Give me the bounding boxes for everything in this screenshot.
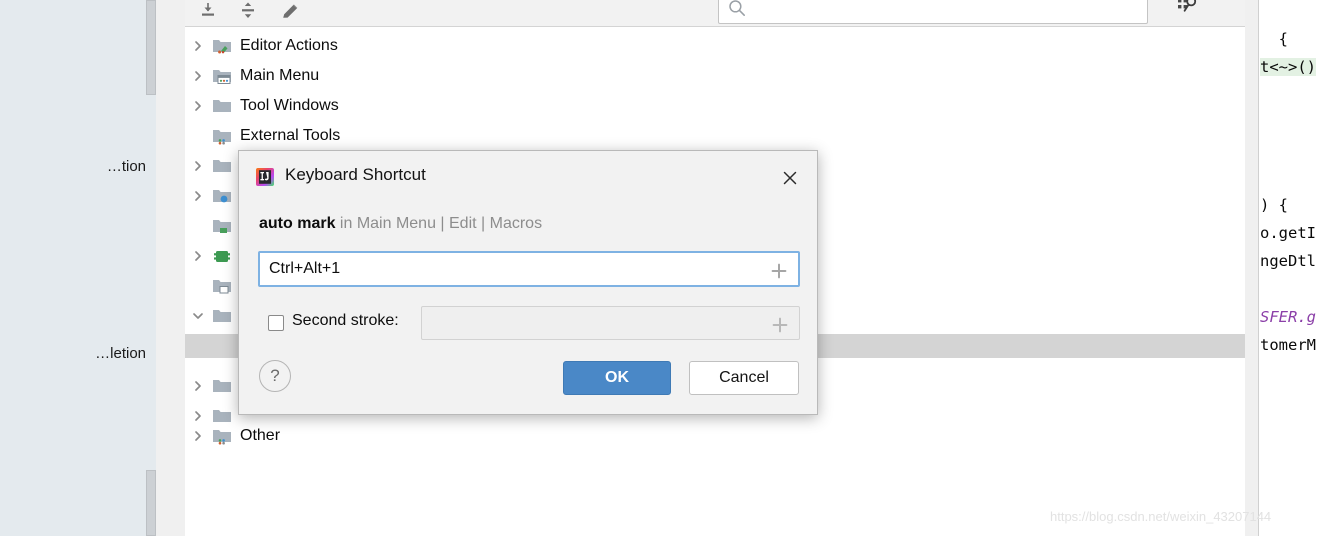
settings-category-item[interactable]: …letion	[95, 345, 146, 362]
chevron-right-icon[interactable]	[185, 421, 211, 451]
editor-gutter	[1245, 0, 1259, 536]
settings-panel-scrollbar-thumb-lower[interactable]	[146, 470, 156, 536]
chevron-placeholder	[185, 211, 211, 241]
cancel-button[interactable]: Cancel	[689, 361, 799, 395]
dialog-titlebar: Keyboard Shortcut	[239, 151, 817, 203]
intellij-idea-icon	[255, 167, 275, 187]
folder-plain-icon	[211, 301, 233, 331]
folder-plain-icon	[211, 91, 233, 121]
code-line: SFER.g	[1260, 308, 1316, 326]
tree-row[interactable]: Tool Windows	[185, 91, 1245, 121]
code-line: t<~>()	[1260, 58, 1316, 76]
second-stroke-checkbox[interactable]	[268, 315, 284, 331]
tree-row-label: Main Menu	[240, 67, 320, 84]
shortcut-context-line: auto mark in Main Menu | Edit | Macros	[259, 215, 542, 233]
chevron-placeholder	[185, 331, 211, 361]
chevron-right-icon[interactable]	[185, 61, 211, 91]
plus-icon	[771, 316, 789, 334]
settings-panel-scrollbar-thumb[interactable]	[146, 0, 156, 95]
chevron-right-icon[interactable]	[185, 151, 211, 181]
chevron-placeholder	[185, 271, 211, 301]
keymap-search-box[interactable]	[718, 0, 1148, 25]
folder-plain-icon	[211, 151, 233, 181]
folder-dots-icon	[211, 121, 233, 151]
tree-row[interactable]: Main Menu	[185, 61, 1245, 91]
plugin-green-icon	[211, 241, 233, 271]
search-icon	[727, 0, 747, 18]
code-line: ngeDtl	[1260, 252, 1316, 270]
close-icon[interactable]	[777, 165, 803, 191]
folder-edit-icon	[211, 31, 233, 61]
folder-blue-icon	[211, 271, 233, 301]
shortcut-action-path: in Main Menu | Edit | Macros	[335, 215, 543, 232]
folder-plain-icon	[211, 371, 233, 401]
code-editor-slice[interactable]: { t<~>() ) { o.getI ngeDtl SFER.g tomerM	[1245, 0, 1333, 536]
settings-category-item[interactable]: …tion	[107, 158, 146, 175]
second-stroke-row: Second stroke:	[258, 306, 800, 340]
question-mark-icon: ?	[270, 366, 280, 385]
ok-button[interactable]: OK	[563, 361, 671, 395]
chevron-down-icon[interactable]	[185, 301, 211, 331]
code-line: {	[1260, 30, 1288, 48]
folder-menu-icon	[211, 61, 233, 91]
tree-row[interactable]: Editor Actions	[185, 31, 1245, 61]
code-line: o.getI	[1260, 224, 1316, 242]
tree-row-label: External Tools	[240, 127, 341, 144]
dialog-title: Keyboard Shortcut	[285, 165, 426, 184]
folder-dots-icon	[211, 421, 233, 451]
collapse-all-icon	[238, 1, 258, 26]
help-button[interactable]: ?	[259, 360, 291, 392]
second-stroke-input-field	[421, 306, 800, 340]
code-line: tomerM	[1260, 336, 1316, 354]
plus-icon[interactable]	[770, 262, 788, 280]
tree-row-label: Editor Actions	[240, 37, 338, 54]
find-by-shortcut-button[interactable]	[1170, 0, 1204, 24]
shortcut-input-value: Ctrl+Alt+1	[269, 260, 341, 277]
edit-shortcut-button[interactable]	[273, 0, 307, 26]
tree-row[interactable]: External Tools	[185, 121, 1245, 151]
chevron-placeholder	[185, 121, 211, 151]
chevron-right-icon[interactable]	[185, 241, 211, 271]
tree-row-label: Other	[240, 427, 281, 444]
chevron-right-icon[interactable]	[185, 181, 211, 211]
keyboard-shortcut-dialog[interactable]: Keyboard Shortcut auto mark in Main Menu…	[238, 150, 818, 415]
expand-all-button[interactable]	[191, 0, 225, 26]
search-input[interactable]	[751, 0, 1145, 25]
shortcut-action-name: auto mark	[259, 215, 336, 232]
tree-row[interactable]: Other	[185, 421, 1245, 451]
collapse-all-button[interactable]	[231, 0, 265, 26]
folder-blue-icon	[211, 181, 233, 211]
shortcut-input-field[interactable]: Ctrl+Alt+1	[258, 251, 800, 287]
expand-all-icon	[198, 1, 218, 26]
keymap-toolbar	[185, 0, 1245, 26]
code-line: ) {	[1260, 196, 1288, 214]
keyboard-search-icon	[1175, 0, 1199, 22]
chevron-right-icon[interactable]	[185, 371, 211, 401]
edit-shortcut-icon	[280, 1, 300, 26]
tree-row-label: Tool Windows	[240, 97, 339, 114]
chevron-right-icon[interactable]	[185, 31, 211, 61]
second-stroke-label: Second stroke:	[292, 312, 399, 329]
settings-category-panel[interactable]: …tion …letion	[0, 0, 146, 536]
chevron-right-icon[interactable]	[185, 91, 211, 121]
folder-green-icon	[211, 211, 233, 241]
panel-divider	[156, 0, 185, 536]
